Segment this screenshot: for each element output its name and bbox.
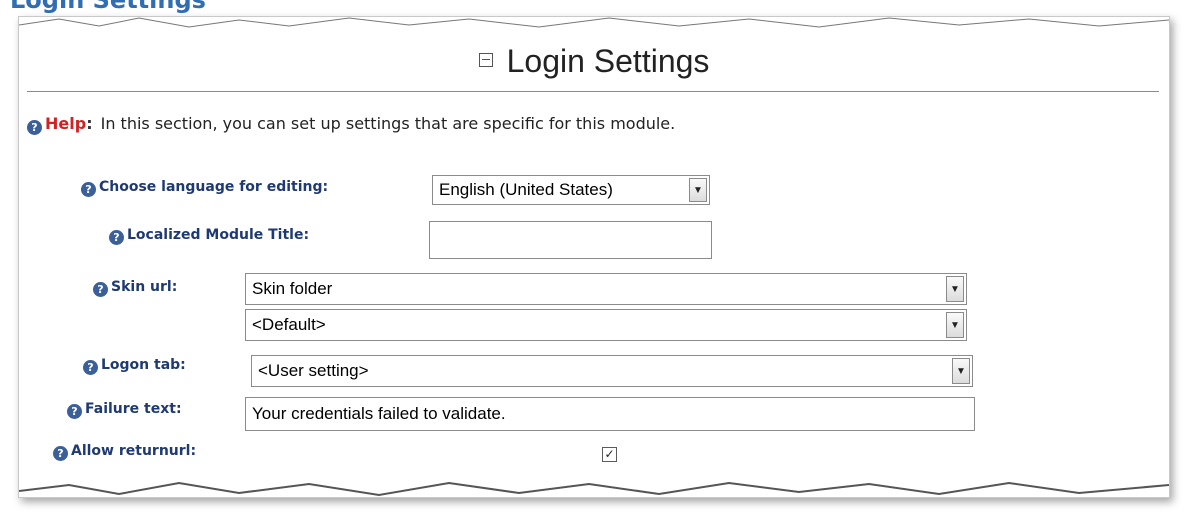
logon-tab-label-text: Logon tab: [101, 357, 186, 373]
language-select-value: English (United States) [439, 180, 613, 199]
failure-text-label-text: Failure text: [85, 401, 182, 417]
section-title-text: Login Settings [506, 43, 710, 79]
failure-text-label: ? Failure text: [67, 401, 182, 419]
help-question-icon[interactable]: ? [109, 230, 124, 245]
allow-returnurl-label-text: Allow returnurl: [71, 443, 197, 459]
help-label: Help [45, 114, 87, 133]
module-title-input[interactable] [429, 221, 712, 259]
help-line: ? Help: In this section, you can set up se… [27, 114, 675, 135]
logon-tab-label: ? Logon tab: [83, 357, 186, 375]
skin-folder-value: Skin folder [252, 279, 333, 298]
failure-text-input[interactable]: Your credentials failed to validate. [245, 397, 975, 431]
module-title-label-text: Localized Module Title: [127, 227, 310, 243]
section-title: Login Settings [19, 43, 1169, 80]
help-separator: : [86, 114, 93, 133]
chevron-down-icon[interactable]: ▼ [946, 276, 964, 302]
help-question-icon[interactable]: ? [27, 120, 42, 135]
help-text: In this section, you can set up settings… [100, 114, 676, 133]
collapse-minus-icon[interactable] [478, 52, 493, 67]
allow-returnurl-label: ? Allow returnurl: [53, 443, 196, 461]
language-select[interactable]: English (United States) ▼ [432, 175, 710, 205]
title-divider [27, 91, 1159, 92]
skin-url-label: ? Skin url: [93, 279, 177, 297]
chevron-down-icon[interactable]: ▼ [946, 312, 964, 338]
language-label-text: Choose language for editing: [99, 179, 329, 195]
skin-folder-select[interactable]: Skin folder ▼ [245, 273, 967, 305]
skin-value: <Default> [252, 315, 326, 334]
skin-select[interactable]: <Default> ▼ [245, 309, 967, 341]
logon-tab-value: <User setting> [258, 361, 369, 380]
help-question-icon[interactable]: ? [81, 182, 96, 197]
chevron-down-icon[interactable]: ▼ [689, 178, 707, 202]
help-question-icon[interactable]: ? [67, 404, 82, 419]
checkmark-icon: ✓ [604, 447, 615, 461]
help-question-icon[interactable]: ? [53, 446, 68, 461]
allow-returnurl-checkbox[interactable]: ✓ [602, 447, 617, 462]
module-title-label: ? Localized Module Title: [109, 227, 309, 245]
chevron-down-icon[interactable]: ▼ [952, 358, 970, 384]
settings-panel: Login Settings ? Help: In this section, yo… [18, 16, 1170, 498]
language-label: ? Choose language for editing: [81, 179, 328, 197]
help-question-icon[interactable]: ? [93, 282, 108, 297]
logon-tab-select[interactable]: <User setting> ▼ [251, 355, 973, 387]
help-question-icon[interactable]: ? [83, 360, 98, 375]
skin-url-label-text: Skin url: [111, 279, 178, 295]
failure-text-value: Your credentials failed to validate. [252, 404, 506, 423]
page-heading-cut-off: Login Settings [10, 0, 206, 14]
